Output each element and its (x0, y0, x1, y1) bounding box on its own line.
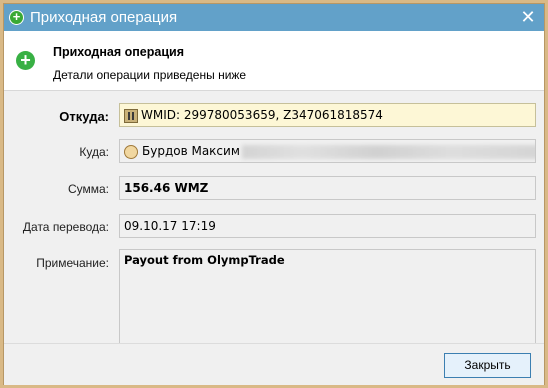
to-field[interactable]: Бурдов Максим (119, 139, 536, 163)
header-title: Приходная операция (53, 45, 185, 59)
close-window-button[interactable]: ✕ (512, 4, 544, 31)
header-subtitle: Детали операции приведены ниже (53, 68, 247, 82)
dialog-header: + Приходная операция Детали операции при… (4, 31, 544, 91)
dialog-footer: Закрыть (4, 343, 544, 385)
amount-label: Сумма: (67, 182, 109, 196)
title-bar[interactable]: + Приходная операция ✕ (4, 4, 544, 31)
from-field[interactable]: WMID: 299780053659, Z347061818574 (119, 103, 536, 127)
window-title: Приходная операция (30, 9, 178, 26)
close-button[interactable]: Закрыть (444, 353, 531, 378)
person-icon (124, 144, 138, 159)
blurred-details (241, 144, 535, 159)
date-field[interactable]: 09.10.17 17:19 (119, 214, 536, 238)
to-value: Бурдов Максим (142, 144, 240, 158)
to-label: Куда: (79, 145, 109, 159)
dialog-window: + Приходная операция ✕ + Приходная опера… (3, 3, 545, 385)
date-value: 09.10.17 17:19 (124, 219, 216, 233)
plus-circle-icon: + (9, 10, 24, 25)
amount-value: 156.46 WMZ (124, 181, 209, 195)
note-value: Payout from OlympTrade (124, 253, 285, 267)
note-field[interactable]: Payout from OlympTrade (119, 249, 536, 347)
plus-circle-icon: + (16, 51, 35, 70)
date-label: Дата перевода: (22, 220, 109, 234)
wallet-icon (124, 108, 138, 123)
amount-field[interactable]: 156.46 WMZ (119, 176, 536, 200)
note-label: Примечание: (36, 256, 109, 270)
from-label: Откуда: (59, 109, 109, 124)
from-value: WMID: 299780053659, Z347061818574 (141, 108, 383, 122)
